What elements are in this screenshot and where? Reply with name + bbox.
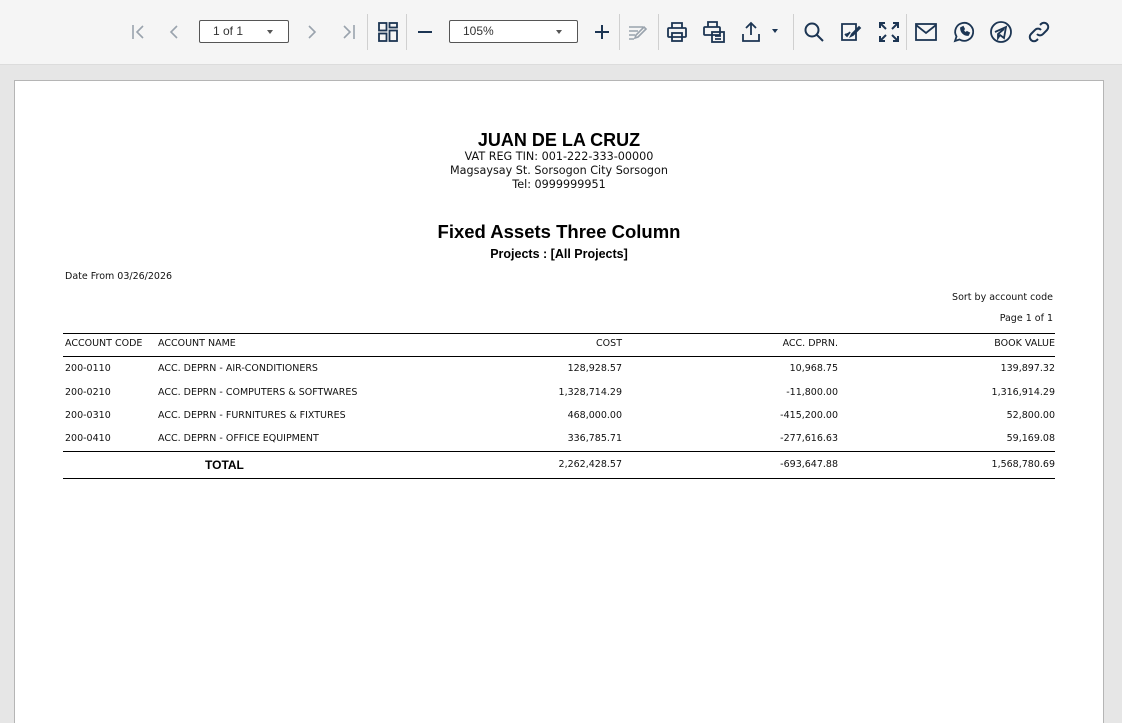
account-code-cell: 200-0210 bbox=[65, 387, 111, 398]
account-code-cell: 200-0310 bbox=[65, 410, 111, 421]
book-value-cell: 139,897.32 bbox=[1000, 363, 1055, 374]
telephone-line: Tel: 0999999951 bbox=[512, 178, 606, 191]
sort-by-label: Sort by account code bbox=[952, 292, 1053, 303]
fullscreen-button[interactable] bbox=[873, 16, 905, 48]
account-code-cell: 200-0410 bbox=[65, 433, 111, 444]
export-dropdown-icon[interactable] bbox=[772, 29, 778, 33]
account-code-cell: 200-0110 bbox=[65, 363, 111, 374]
printer-icon bbox=[667, 22, 687, 42]
toolbar-separator bbox=[619, 14, 620, 50]
export-button[interactable] bbox=[735, 16, 767, 48]
whatsapp-button[interactable] bbox=[948, 16, 980, 48]
total-book-value: 1,568,780.69 bbox=[991, 459, 1055, 470]
toolbar-separator bbox=[906, 14, 907, 50]
total-label: TOTAL bbox=[205, 458, 244, 472]
company-name: JUAN DE LA CRUZ bbox=[477, 130, 641, 150]
toolbar-separator bbox=[406, 14, 407, 50]
page-selector[interactable]: 1 of 1 bbox=[199, 20, 289, 43]
report-subtitle: Projects : [All Projects] bbox=[490, 247, 628, 261]
telegram-button[interactable] bbox=[985, 16, 1017, 48]
book-value-cell: 59,169.08 bbox=[1006, 433, 1055, 444]
zoom-selector-value: 105% bbox=[463, 24, 494, 38]
last-page-icon bbox=[343, 25, 355, 39]
date-from: Date From 03/26/2026 bbox=[65, 271, 173, 282]
thumbnails-button[interactable] bbox=[372, 16, 404, 48]
total-top-rule bbox=[63, 451, 1055, 452]
address-line: Magsaysay St. Sorsogon City Sorsogon bbox=[450, 164, 668, 177]
zoom-out-button[interactable] bbox=[409, 16, 441, 48]
whatsapp-icon bbox=[953, 21, 975, 43]
chevron-right-icon bbox=[308, 25, 317, 39]
account-name-cell: ACC. DEPRN - FURNITURES & FIXTURES bbox=[158, 410, 346, 421]
acc-dprn-cell: -11,800.00 bbox=[786, 387, 838, 398]
zoom-selector[interactable]: 105% bbox=[449, 20, 578, 43]
sign-button[interactable] bbox=[835, 16, 867, 48]
column-header-cost: COST bbox=[596, 338, 622, 349]
total-acc-dprn: -693,647.88 bbox=[780, 459, 838, 470]
envelope-icon bbox=[915, 23, 937, 41]
link-icon bbox=[1028, 21, 1050, 43]
toolbar-separator bbox=[367, 14, 368, 50]
column-header-account-name: ACCOUNT NAME bbox=[158, 338, 236, 349]
first-page-icon bbox=[132, 25, 144, 39]
chevron-down-icon bbox=[267, 30, 273, 34]
edit-button[interactable] bbox=[622, 16, 654, 48]
account-name-cell: ACC. DEPRN - AIR-CONDITIONERS bbox=[158, 363, 318, 374]
fullscreen-icon bbox=[879, 22, 899, 42]
page-selector-value: 1 of 1 bbox=[213, 24, 244, 38]
column-header-account-code: ACCOUNT CODE bbox=[65, 338, 143, 349]
print-button[interactable] bbox=[661, 16, 693, 48]
zoom-in-button[interactable] bbox=[586, 16, 618, 48]
account-name-cell: ACC. DEPRN - COMPUTERS & SOFTWARES bbox=[158, 387, 358, 398]
next-page-button[interactable] bbox=[296, 16, 328, 48]
chevron-left-icon bbox=[169, 25, 178, 39]
email-button[interactable] bbox=[910, 16, 942, 48]
total-cost: 2,262,428.57 bbox=[558, 459, 622, 470]
cost-cell: 468,000.00 bbox=[567, 410, 622, 421]
total-bottom-rule bbox=[63, 478, 1055, 479]
previous-page-button[interactable] bbox=[158, 16, 190, 48]
viewer-toolbar: 1 of 1 105% bbox=[0, 0, 1122, 65]
acc-dprn-cell: 10,968.75 bbox=[789, 363, 838, 374]
print-preview-button[interactable] bbox=[698, 16, 730, 48]
upload-icon bbox=[742, 21, 760, 42]
table-top-rule bbox=[63, 333, 1055, 334]
chevron-down-icon bbox=[556, 30, 562, 34]
search-icon bbox=[804, 22, 824, 42]
sign-document-icon bbox=[841, 23, 862, 41]
account-name-cell: ACC. DEPRN - OFFICE EQUIPMENT bbox=[158, 433, 319, 444]
toolbar-separator bbox=[658, 14, 659, 50]
acc-dprn-cell: -277,616.63 bbox=[780, 433, 838, 444]
last-page-button[interactable] bbox=[333, 16, 365, 48]
book-value-cell: 52,800.00 bbox=[1006, 410, 1055, 421]
book-value-cell: 1,316,914.29 bbox=[991, 387, 1055, 398]
page-info: Page 1 of 1 bbox=[999, 313, 1053, 324]
telegram-icon bbox=[990, 21, 1012, 43]
copy-link-button[interactable] bbox=[1023, 16, 1055, 48]
search-button[interactable] bbox=[798, 16, 830, 48]
minus-icon bbox=[418, 31, 432, 33]
column-header-acc-dprn: ACC. DPRN. bbox=[782, 338, 838, 349]
first-page-button[interactable] bbox=[122, 16, 154, 48]
header-bottom-rule bbox=[63, 356, 1055, 357]
toolbar-separator bbox=[793, 14, 794, 50]
cost-cell: 336,785.71 bbox=[567, 433, 622, 444]
thumbnails-icon bbox=[378, 22, 398, 42]
report-title: Fixed Assets Three Column bbox=[437, 221, 681, 242]
plus-icon bbox=[595, 25, 609, 39]
report-page: JUAN DE LA CRUZ VAT REG TIN: 001-222-333… bbox=[14, 80, 1104, 723]
cost-cell: 128,928.57 bbox=[567, 363, 622, 374]
vat-line: VAT REG TIN: 001-222-333-00000 bbox=[464, 150, 654, 163]
edit-form-icon bbox=[629, 25, 648, 40]
acc-dprn-cell: -415,200.00 bbox=[780, 410, 838, 421]
cost-cell: 1,328,714.29 bbox=[558, 387, 622, 398]
print-pages-icon bbox=[703, 21, 725, 43]
column-header-book-value: BOOK VALUE bbox=[994, 338, 1055, 349]
